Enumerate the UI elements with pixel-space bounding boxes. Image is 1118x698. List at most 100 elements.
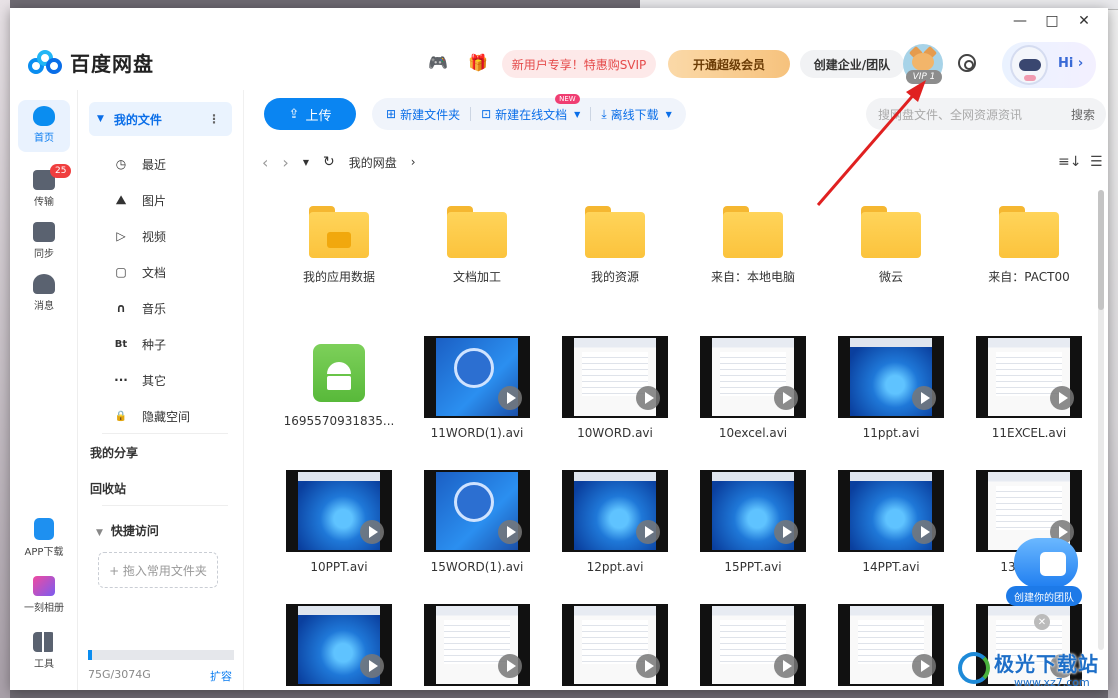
- nav-music[interactable]: ∩ 音乐: [114, 298, 166, 318]
- app-logo[interactable]: 百度网盘: [28, 48, 154, 77]
- bt-icon: Bt: [114, 338, 128, 350]
- message-icon: [33, 274, 55, 294]
- toolbar-separator: [590, 107, 592, 121]
- file-item[interactable]: 14PPT.avi: [822, 470, 960, 590]
- video-thumbnail: [286, 470, 392, 552]
- back-arrow-icon[interactable]: ‹: [262, 153, 268, 172]
- app-window: — □ ✕ 百度网盘 🎮 🎁 新用户专享！特惠购SVIP 开通超级会员 创建企业…: [10, 8, 1108, 690]
- watermark-url: www.xz7.com: [1014, 676, 1090, 689]
- assistant-greeting-button[interactable]: Hi ›: [1002, 42, 1096, 88]
- svip-promo-button[interactable]: 新用户专享！特惠购SVIP: [502, 50, 656, 78]
- nav-my-share[interactable]: 我的分享: [90, 444, 138, 461]
- nav-recent[interactable]: ◷ 最近: [114, 154, 166, 174]
- nav-other[interactable]: ··· 其它: [114, 370, 166, 390]
- nav-documents[interactable]: ▢ 文档: [114, 262, 166, 282]
- video-thumbnail: [424, 604, 530, 686]
- storage-quota-bar: [88, 650, 234, 660]
- new-folder-label: 新建文件夹: [400, 107, 461, 122]
- file-item[interactable]: 我的资源: [546, 200, 684, 320]
- offline-download-button[interactable]: ⤓ 离线下载 ▼: [601, 106, 671, 123]
- expand-storage-link[interactable]: 扩容: [210, 668, 232, 684]
- file-item[interactable]: 11WORD(1).avi: [408, 336, 546, 456]
- title-bar: — □ ✕ 百度网盘 🎮 🎁 新用户专享！特惠购SVIP 开通超级会员 创建企业…: [10, 8, 1108, 90]
- minimize-button[interactable]: —: [1004, 10, 1036, 32]
- my-files-section[interactable]: ▼ 我的文件 ⋮: [89, 102, 232, 136]
- file-item[interactable]: 10PPT.avi: [270, 470, 408, 590]
- file-item[interactable]: 15PPT.avi: [684, 470, 822, 590]
- close-button[interactable]: ✕: [1068, 10, 1100, 32]
- create-team-button[interactable]: 创建企业/团队: [800, 50, 904, 78]
- rail-home[interactable]: 首页: [18, 100, 70, 152]
- widget-close-icon[interactable]: ✕: [1034, 614, 1050, 630]
- file-item[interactable]: 10excel.avi: [684, 336, 822, 456]
- new-online-doc-label: 新建在线文档: [495, 107, 568, 122]
- upload-label: 上传: [305, 108, 332, 124]
- divider: [102, 433, 228, 434]
- nav-recent-label: 最近: [142, 157, 167, 172]
- folder-icon: [585, 206, 645, 258]
- quick-access-section[interactable]: ▼ 快捷访问: [96, 522, 159, 539]
- new-online-doc-button[interactable]: ⊡ 新建在线文档 ▼ NEW: [481, 93, 580, 123]
- list-view-icon[interactable]: ☰: [1090, 154, 1103, 170]
- create-team-widget[interactable]: 创建你的团队: [1006, 538, 1082, 608]
- rail-transfer[interactable]: 25 传输: [18, 164, 72, 208]
- rail-messages[interactable]: 消息: [18, 274, 70, 312]
- file-item[interactable]: [822, 604, 960, 690]
- video-thumbnail: [562, 604, 668, 686]
- rail-tools[interactable]: 工具: [18, 632, 70, 670]
- maximize-button[interactable]: □: [1036, 10, 1068, 32]
- breadcrumb-root[interactable]: 我的网盘: [349, 154, 397, 171]
- refresh-icon[interactable]: ↻: [323, 154, 335, 170]
- drop-folder-zone[interactable]: + 拖入常用文件夹: [98, 552, 218, 588]
- video-thumbnail: [424, 470, 530, 552]
- play-icon: [636, 520, 660, 544]
- settings-gear-icon[interactable]: [958, 54, 976, 72]
- file-item[interactable]: 11EXCEL.avi: [960, 336, 1098, 456]
- rail-app-download[interactable]: APP下载: [18, 518, 70, 558]
- file-item[interactable]: [270, 604, 408, 690]
- album-icon: [33, 576, 55, 596]
- sort-icon[interactable]: ≡↓: [1058, 154, 1081, 170]
- vertical-scrollbar[interactable]: [1098, 190, 1104, 650]
- file-item[interactable]: [546, 604, 684, 690]
- file-item[interactable]: [684, 604, 822, 690]
- file-item[interactable]: 11ppt.avi: [822, 336, 960, 456]
- upload-button[interactable]: ⇪ 上传: [264, 98, 356, 130]
- main-content: ⇪ 上传 ⊞ 新建文件夹 ⊡ 新建在线文档 ▼ NEW ⤓ 离线下载 ▼ 搜网盘文件、全网资源…: [244, 90, 1108, 690]
- file-item[interactable]: 12ppt.avi: [546, 470, 684, 590]
- file-item[interactable]: 微云: [822, 200, 960, 320]
- rail-transfer-label: 传输: [34, 197, 54, 208]
- new-folder-button[interactable]: ⊞ 新建文件夹: [386, 106, 460, 123]
- file-item[interactable]: [408, 604, 546, 690]
- gift-icon[interactable]: 🎁: [468, 52, 488, 72]
- file-item[interactable]: 文档加工: [408, 200, 546, 320]
- game-icon[interactable]: 🎮: [428, 52, 448, 72]
- nav-torrents[interactable]: Bt 种子: [114, 334, 166, 354]
- file-item[interactable]: 来自：PACT00: [960, 200, 1098, 320]
- file-name: 11ppt.avi: [862, 426, 920, 440]
- file-item[interactable]: 10WORD.avi: [546, 336, 684, 456]
- collapse-triangle-icon: ▼: [96, 528, 103, 538]
- rail-album[interactable]: 一刻相册: [18, 576, 70, 614]
- image-icon: ⛰: [115, 192, 127, 207]
- file-item[interactable]: 来自：本地电脑: [684, 200, 822, 320]
- forward-arrow-icon[interactable]: ›: [282, 153, 288, 172]
- nav-recycle-bin[interactable]: 回收站: [90, 480, 126, 497]
- rail-sync[interactable]: 同步: [18, 222, 70, 260]
- play-icon: [912, 654, 936, 678]
- file-item[interactable]: 1695570931835...: [270, 336, 408, 456]
- file-name: 15PPT.avi: [724, 560, 782, 574]
- history-dropdown-icon[interactable]: ▼: [303, 158, 309, 167]
- search-button[interactable]: 搜索: [1060, 106, 1106, 123]
- divider: [102, 505, 228, 506]
- more-options-icon[interactable]: ⋮: [208, 112, 220, 126]
- file-item[interactable]: 我的应用数据: [270, 200, 408, 320]
- nav-hidden-space[interactable]: 🔒 隐藏空间: [114, 406, 190, 426]
- nav-images[interactable]: ⛰ 图片: [114, 190, 166, 210]
- open-vip-button[interactable]: 开通超级会员: [668, 50, 790, 78]
- file-item[interactable]: 15WORD(1).avi: [408, 470, 546, 590]
- watermark-logo-icon: [958, 652, 990, 684]
- search-input[interactable]: 搜网盘文件、全网资源资讯 搜索: [866, 98, 1106, 130]
- quick-access-label: 快捷访问: [110, 524, 159, 538]
- nav-videos[interactable]: ▷ 视频: [114, 226, 166, 246]
